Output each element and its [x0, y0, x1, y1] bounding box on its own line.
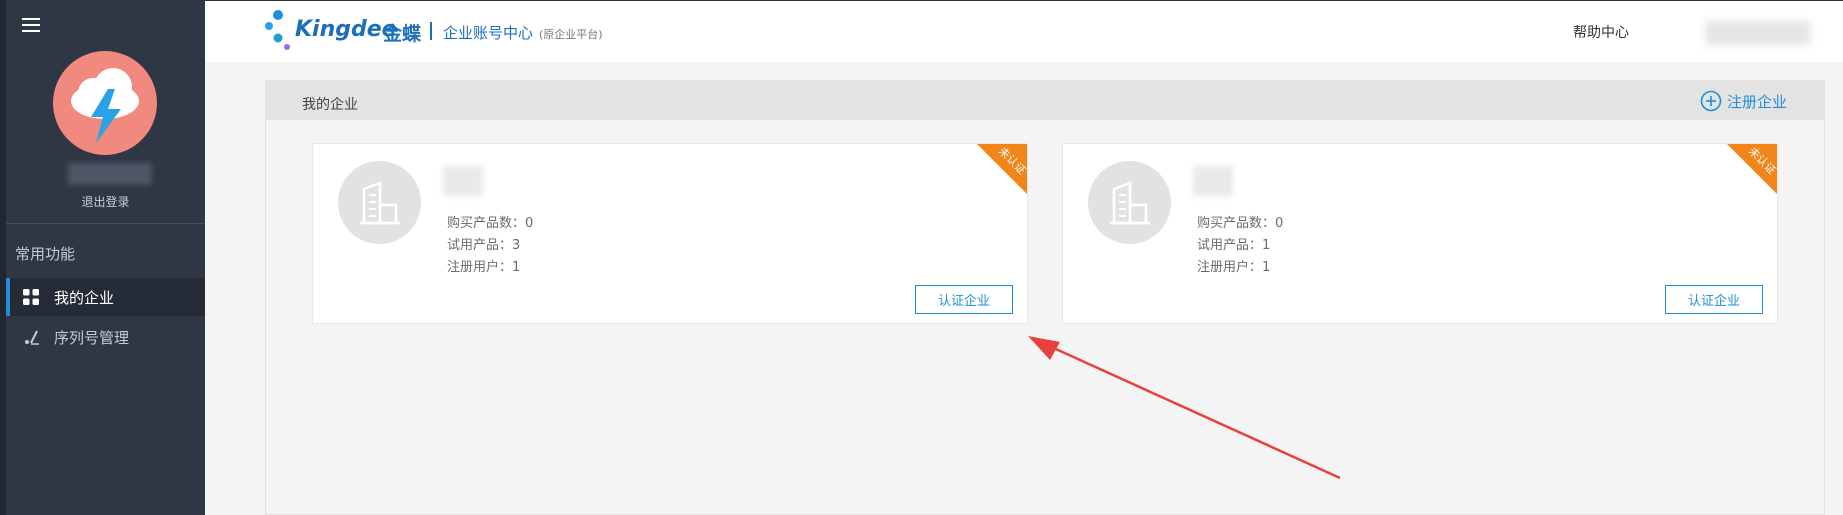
avatar[interactable] — [53, 51, 157, 155]
user-account-redacted[interactable] — [1705, 21, 1810, 45]
purchased-products: 购买产品数：0 — [447, 216, 534, 231]
company-card: 购买产品数：0 试用产品：1 注册用户：1 认证企业 未认证 — [1062, 143, 1778, 324]
unverified-ribbon: 未认证 — [977, 144, 1027, 194]
building-icon — [359, 180, 400, 224]
sidebar-divider — [6, 223, 205, 224]
register-company-label: 注册企业 — [1726, 92, 1787, 111]
brand-name: Kingdee — [295, 17, 397, 42]
brand-separator — [430, 22, 432, 40]
building-logo — [1088, 161, 1171, 244]
verify-company-button[interactable]: 认证企业 — [915, 285, 1013, 314]
purchased-products: 购买产品数：0 — [1197, 216, 1284, 231]
building-logo — [338, 161, 421, 244]
brand-name-cn: 金蝶 — [383, 23, 422, 45]
logout-link[interactable]: 退出登录 — [6, 193, 205, 210]
sidebar-item-label: 我的企业 — [54, 288, 115, 307]
page-title: 企业账号中心 — [443, 24, 534, 42]
unverified-ribbon: 未认证 — [1727, 144, 1777, 194]
username-redacted — [68, 163, 152, 185]
brush-icon — [22, 328, 40, 346]
sidebar-item-serial-numbers[interactable]: 序列号管理 — [6, 318, 205, 356]
kingdee-logo-icon — [265, 10, 290, 50]
panel-title: 我的企业 — [302, 97, 358, 113]
top-header: Kingdee 金蝶 企业账号中心 (原企业平台) 帮助中心 — [205, 0, 1843, 62]
company-name-redacted — [1193, 166, 1233, 196]
plus-circle-icon — [1700, 90, 1722, 112]
verify-company-button[interactable]: 认证企业 — [1665, 285, 1763, 314]
grid-icon — [22, 288, 40, 306]
trial-products: 试用产品：1 — [1197, 238, 1271, 253]
help-center-link[interactable]: 帮助中心 — [1573, 22, 1629, 42]
company-card: 购买产品数：0 试用产品：3 注册用户：1 认证企业 未认证 — [312, 143, 1028, 324]
sidebar-item-label: 序列号管理 — [54, 328, 130, 347]
cloud-lightning-icon — [71, 68, 139, 143]
trial-products: 试用产品：3 — [447, 238, 521, 253]
registered-users: 注册用户：1 — [1197, 260, 1271, 275]
company-name-redacted — [443, 166, 483, 196]
page-subtitle: (原企业平台) — [539, 28, 603, 41]
panel-header: 我的企业 注册企业 — [266, 81, 1824, 120]
hamburger-menu-icon[interactable] — [22, 18, 40, 32]
section-title: 常用功能 — [15, 245, 76, 263]
registered-users: 注册用户：1 — [447, 260, 521, 275]
sidebar-item-my-companies[interactable]: 我的企业 — [6, 278, 205, 316]
sidebar: 退出登录 常用功能 我的企业 序列号管理 — [6, 0, 205, 515]
building-icon — [1109, 180, 1150, 224]
register-company-button[interactable]: 注册企业 — [1700, 90, 1787, 112]
